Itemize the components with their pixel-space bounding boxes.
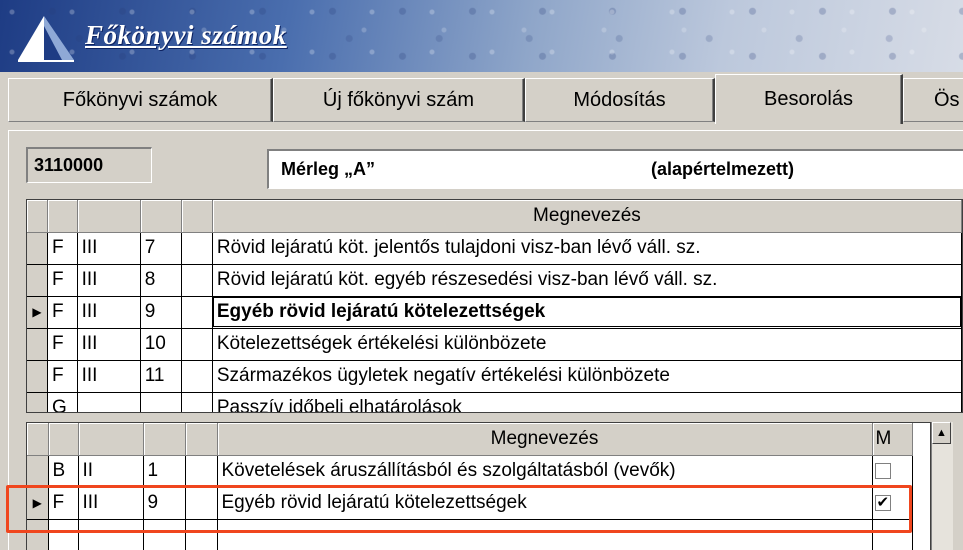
scheme-field[interactable]: Mérleg „A” (alapértelmezett) bbox=[267, 149, 963, 189]
column-header-m[interactable]: M bbox=[872, 423, 913, 456]
table-row-selected[interactable]: ▶ F III 9 Egyéb rövid lejáratú kötelezet… bbox=[27, 296, 962, 329]
upper-classification-grid[interactable]: Megnevezés F III 7 Rövid lejáratú köt. j… bbox=[26, 199, 963, 413]
table-row[interactable]: F III 8 Rövid lejáratú köt. egyéb részes… bbox=[27, 264, 962, 297]
tab-uj-fokonyvi-szam[interactable]: Új főkönyvi szám bbox=[273, 78, 525, 122]
grid-header-row: Megnevezés M bbox=[27, 423, 913, 456]
table-row[interactable]: F III 11 Származékos ügyletek negatív ér… bbox=[27, 360, 962, 393]
tab-label: Főkönyvi számok bbox=[62, 88, 218, 111]
tab-label: Új főkönyvi szám bbox=[322, 88, 475, 111]
column-header-megnevezes[interactable]: Megnevezés bbox=[217, 423, 873, 456]
tab-label: Besorolás bbox=[764, 88, 853, 110]
window-title: Főkönyvi számok bbox=[85, 20, 287, 50]
scheme-name: Mérleg „A” bbox=[281, 159, 376, 179]
row-pointer-icon: ▶ bbox=[27, 296, 49, 329]
tab-besorolas[interactable]: Besorolás bbox=[715, 74, 903, 124]
tab-bar: Főkönyvi számok Új főkönyvi szám Módosít… bbox=[0, 72, 963, 128]
tab-label: Ös bbox=[934, 88, 960, 111]
tab-label: Módosítás bbox=[573, 88, 666, 111]
account-code-field: 3110000 bbox=[26, 147, 152, 183]
title-banner: Főkönyvi számok bbox=[0, 0, 963, 72]
table-row[interactable]: B II 1 Követelések áruszállításból és sz… bbox=[27, 455, 913, 488]
table-row[interactable]: F III 7 Rövid lejáratú köt. jelentős tul… bbox=[27, 232, 962, 265]
account-code: 3110000 bbox=[34, 155, 104, 175]
table-row-selected[interactable]: ▶ F III 9 Egyéb rövid lejáratú kötelezet… bbox=[27, 487, 913, 520]
grid-header-row: Megnevezés bbox=[27, 200, 962, 233]
scroll-up-icon[interactable]: ▲ bbox=[932, 422, 951, 444]
lower-grid-scrollbar[interactable]: ▲ bbox=[931, 422, 953, 550]
tab-fokonyvi-szamok[interactable]: Főkönyvi számok bbox=[8, 78, 273, 122]
tab-osszes[interactable]: Ös bbox=[903, 78, 963, 122]
lower-classification-grid[interactable]: Megnevezés M B II 1 Követelések áruszáll… bbox=[26, 422, 931, 550]
table-row-empty[interactable] bbox=[27, 519, 913, 550]
column-header-megnevezes[interactable]: Megnevezés bbox=[212, 200, 962, 233]
app-logo-icon bbox=[18, 16, 74, 62]
row-pointer-icon: ▶ bbox=[27, 487, 49, 520]
m-checkbox[interactable] bbox=[874, 462, 891, 479]
m-checkbox-checked[interactable] bbox=[874, 493, 891, 511]
tab-modositas[interactable]: Módosítás bbox=[525, 78, 715, 122]
table-row[interactable]: G Passzív időbeli elhatárolások bbox=[27, 392, 962, 412]
scheme-note: (alapértelmezett) bbox=[651, 159, 795, 179]
table-row[interactable]: F III 10 Kötelezettségek értékelési külö… bbox=[27, 328, 962, 361]
